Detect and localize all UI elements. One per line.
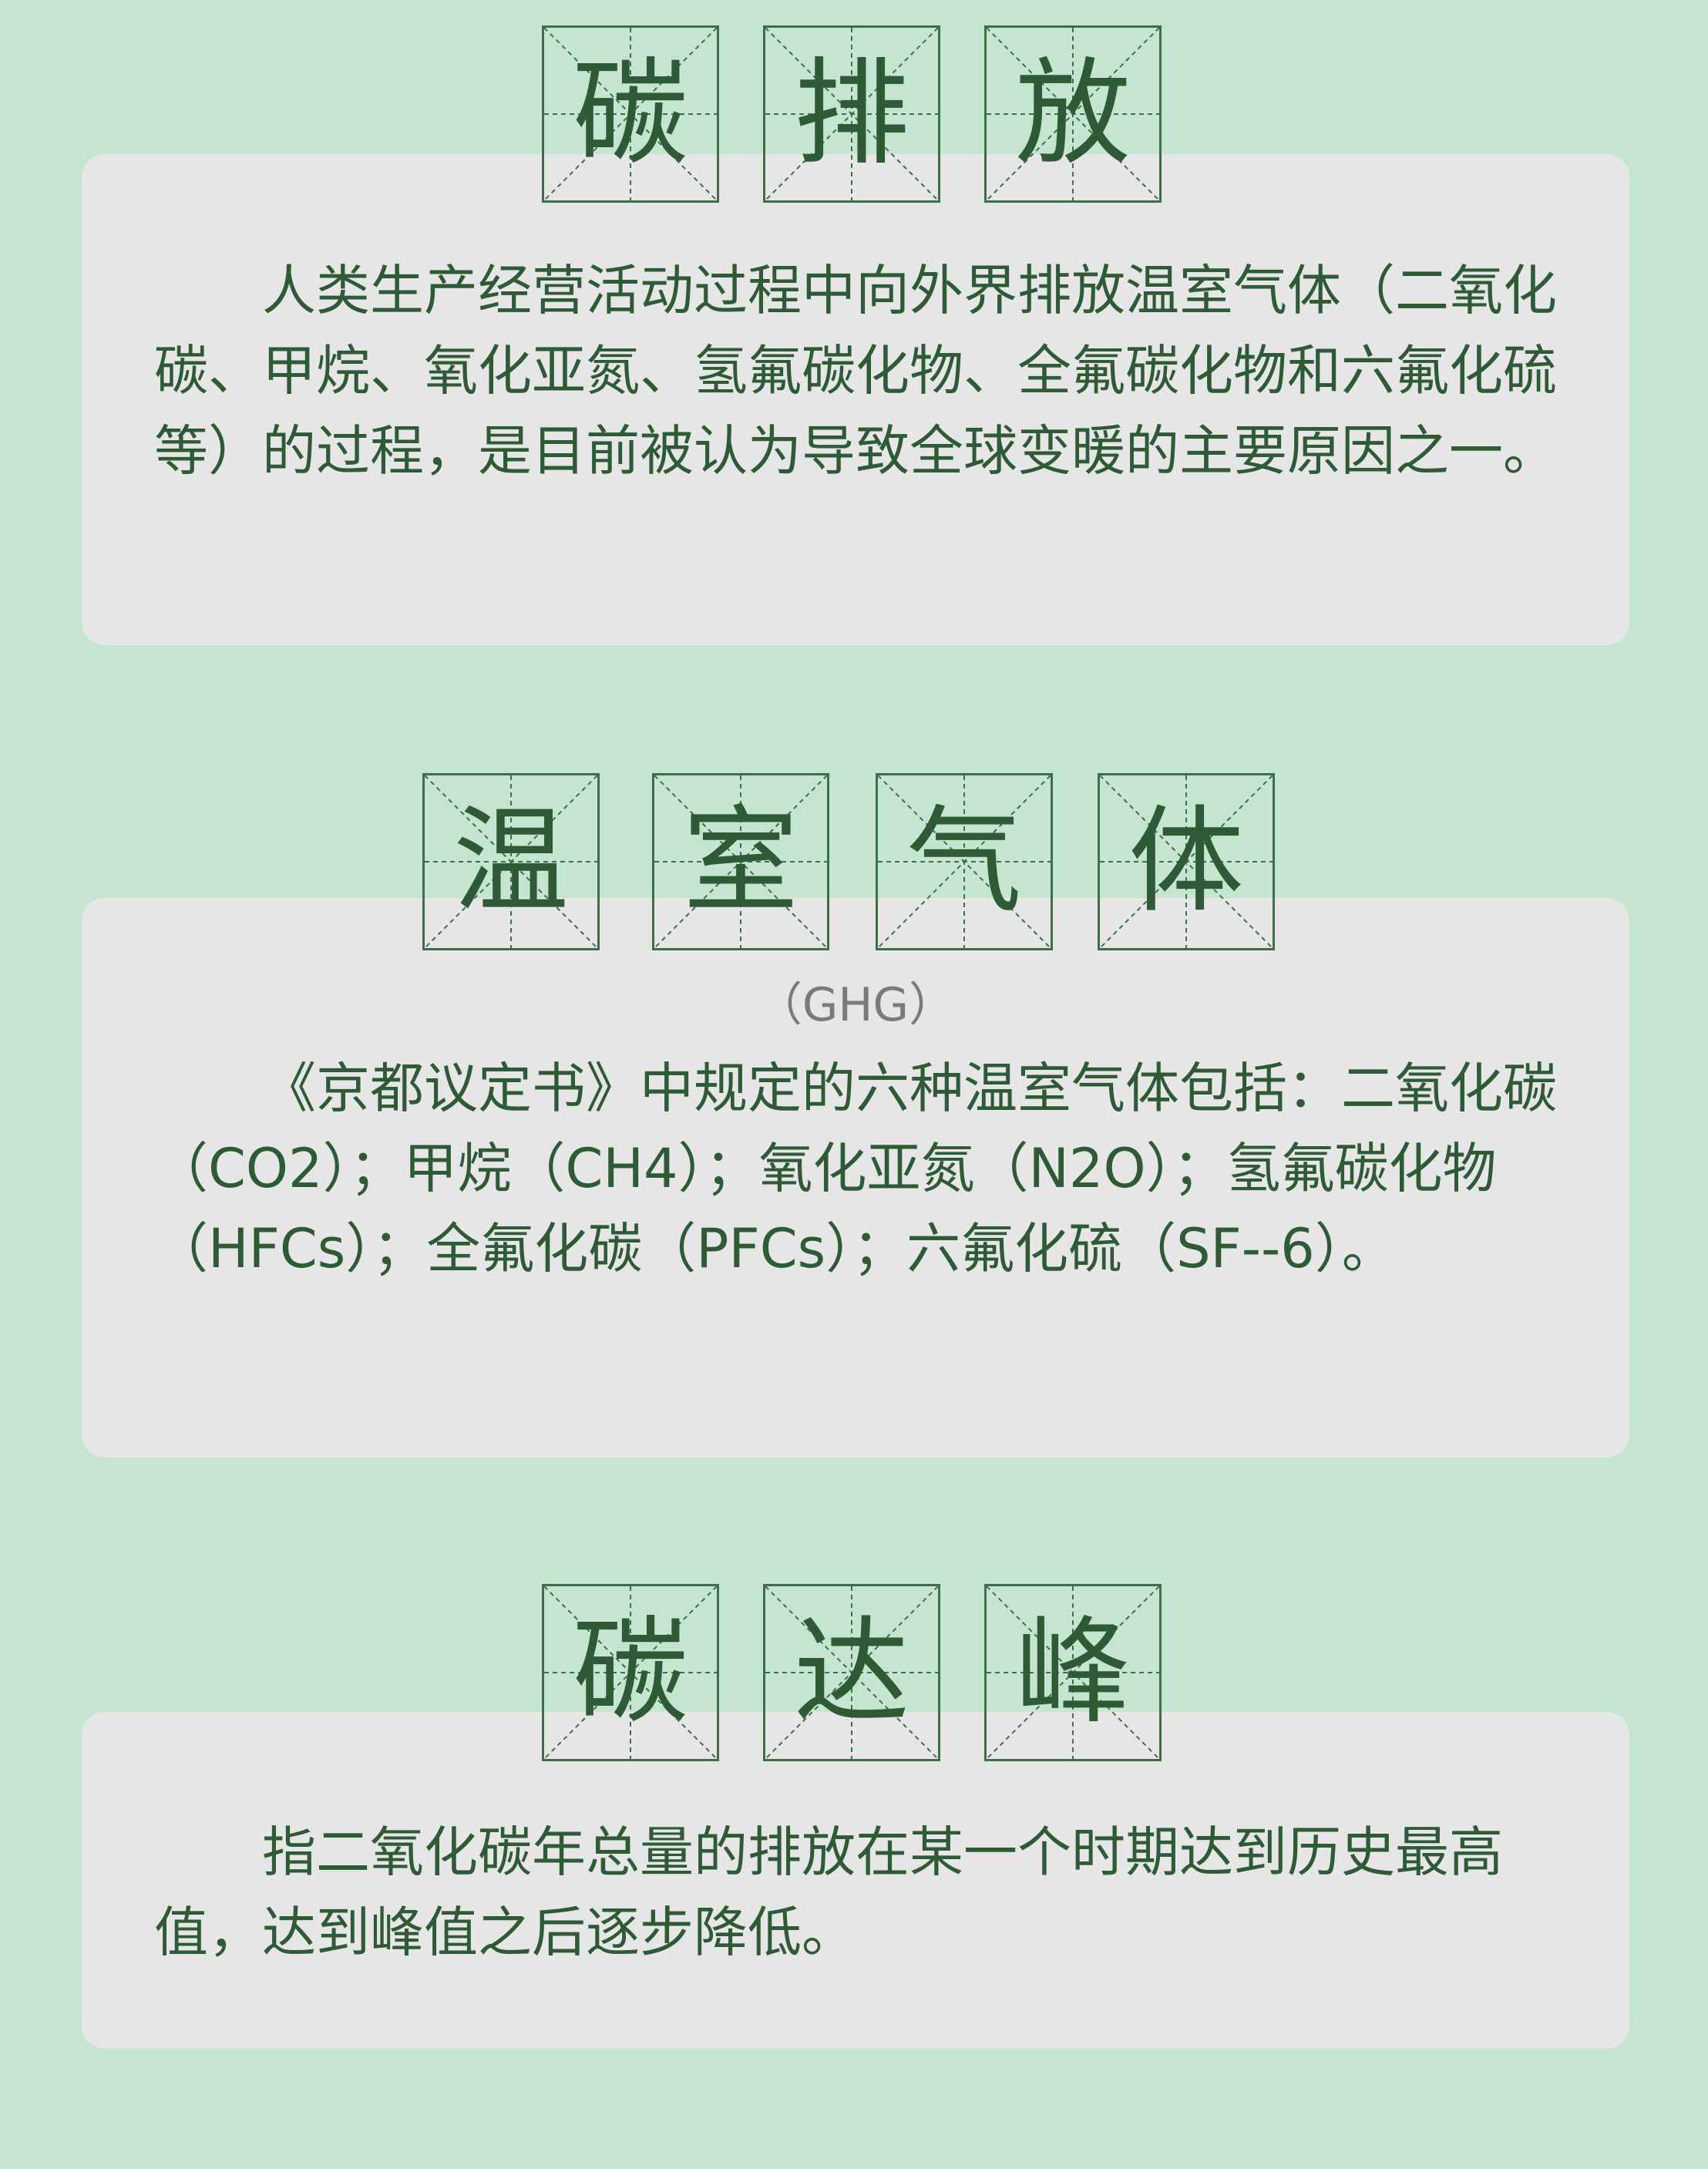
greenhouse-gas-text: 《京都议定书》中规定的六种温室气体包括：二氧化碳（CO2）；甲烷（CH4）；氧化… — [154, 1057, 1557, 1280]
greenhouse-gas-title: 温 室 气 体 — [422, 773, 1276, 950]
carbon-emission-title: 碳 排 放 — [542, 25, 1162, 203]
title-char: 达 — [793, 1606, 909, 1740]
title-char-tile: 室 — [652, 773, 829, 950]
title-char-tile: 放 — [984, 25, 1162, 203]
title-char-tile: 排 — [763, 25, 940, 203]
title-char: 放 — [1014, 47, 1131, 181]
title-char: 室 — [682, 795, 799, 929]
carbon-peak-card: 指二氧化碳年总量的排放在某一个时期达到历史最高值，达到峰值之后逐步降低。 — [82, 1712, 1629, 2049]
title-char: 碳 — [572, 1606, 688, 1740]
title-char-tile: 温 — [422, 773, 600, 950]
title-char-tile: 体 — [1098, 773, 1275, 950]
carbon-peak-title: 碳 达 峰 — [542, 1584, 1162, 1761]
title-char: 温 — [452, 795, 569, 929]
carbon-peak-text: 指二氧化碳年总量的排放在某一个时期达到历史最高值，达到峰值之后逐步降低。 — [154, 1821, 1503, 1964]
ghg-subtitle: （GHG） — [755, 978, 956, 1032]
title-char-tile: 碳 — [542, 1584, 719, 1761]
carbon-emission-card: 人类生产经营活动过程中向外界排放温室气体（二氧化碳、甲烷、氧化亚氮、氢氟碳化物、… — [82, 154, 1629, 645]
title-char: 碳 — [572, 47, 688, 181]
title-char: 气 — [906, 795, 1022, 929]
title-char-tile: 达 — [763, 1584, 940, 1761]
title-char-tile: 气 — [876, 773, 1053, 950]
title-char: 体 — [1128, 795, 1244, 929]
title-char: 排 — [793, 47, 909, 181]
title-char-tile: 碳 — [542, 25, 719, 203]
carbon-emission-text: 人类生产经营活动过程中向外界排放温室气体（二氧化碳、甲烷、氧化亚氮、氢氟碳化物、… — [154, 259, 1557, 483]
greenhouse-gas-card: （GHG） 《京都议定书》中规定的六种温室气体包括：二氧化碳（CO2）；甲烷（C… — [82, 898, 1629, 1458]
title-char-tile: 峰 — [984, 1584, 1162, 1761]
title-char: 峰 — [1014, 1606, 1131, 1740]
